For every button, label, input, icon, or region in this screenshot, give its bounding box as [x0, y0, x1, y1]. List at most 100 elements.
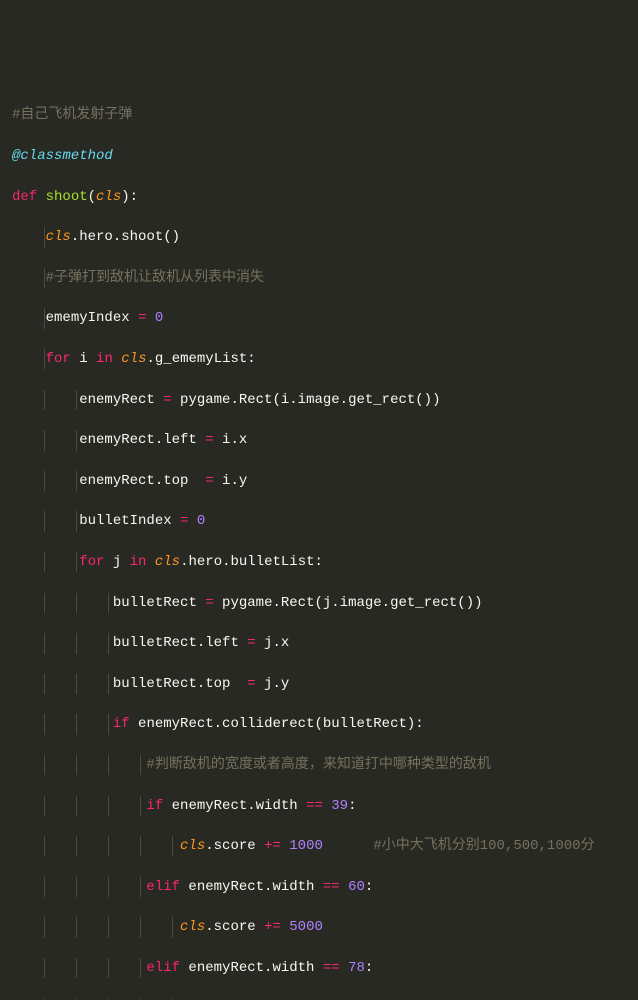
text: .g_ememyList:	[146, 351, 255, 367]
text: :	[348, 798, 356, 814]
operator: ==	[306, 798, 323, 814]
operator: =	[163, 392, 171, 408]
keyword: if	[113, 716, 130, 732]
code-line: #子弹打到敌机让敌机从列表中消失	[12, 268, 638, 288]
text: bulletRect.top	[113, 676, 247, 692]
text: i.y	[214, 473, 248, 489]
text	[188, 513, 196, 529]
text: .hero.shoot()	[71, 229, 180, 245]
code-line: def shoot(cls):	[12, 187, 638, 207]
text: j	[104, 554, 129, 570]
text: pygame.Rect(j.image.get_rect())	[214, 595, 483, 611]
text: i	[71, 351, 96, 367]
text: enemyRect	[79, 392, 163, 408]
code-line: cls.score += 5000	[12, 917, 638, 937]
code-line: cls.score += 1000 #小中大飞机分别100,500,1000分	[12, 836, 638, 856]
operator: ==	[323, 879, 340, 895]
number: 39	[331, 798, 348, 814]
keyword: def	[12, 189, 46, 205]
code-line: bulletIndex = 0	[12, 511, 638, 531]
code-line: #判断敌机的宽度或者高度，来知道打中哪种类型的敌机	[12, 755, 638, 775]
text	[146, 310, 154, 326]
text	[281, 919, 289, 935]
text: enemyRect.left	[79, 432, 205, 448]
text	[146, 554, 154, 570]
operator: =	[247, 676, 255, 692]
keyword: for	[79, 554, 104, 570]
keyword: in	[130, 554, 147, 570]
self: cls	[121, 351, 146, 367]
text: i.x	[214, 432, 248, 448]
code-line: enemyRect.top = i.y	[12, 471, 638, 491]
code-line: cls.hero.shoot()	[12, 227, 638, 247]
operator: =	[205, 595, 213, 611]
comment: #小中大飞机分别100,500,1000分	[373, 838, 594, 854]
text: bulletRect	[113, 595, 205, 611]
keyword: elif	[146, 879, 180, 895]
text: bulletIndex	[79, 513, 180, 529]
text: enemyRect.width	[163, 798, 306, 814]
text: .score	[205, 919, 264, 935]
keyword: for	[46, 351, 71, 367]
code-line: cls.score += 10000	[12, 999, 638, 1000]
self: cls	[46, 229, 71, 245]
comment: #自己飞机发射子弹	[12, 107, 132, 123]
text: enemyRect.width	[180, 879, 323, 895]
text: (	[88, 189, 96, 205]
keyword: in	[96, 351, 113, 367]
text: enemyRect.top	[79, 473, 205, 489]
text	[113, 351, 121, 367]
operator: =	[247, 635, 255, 651]
text: .score	[205, 838, 264, 854]
code-line: ememyIndex = 0	[12, 308, 638, 328]
code-line: if enemyRect.width == 39:	[12, 796, 638, 816]
param: cls	[96, 189, 121, 205]
text: enemyRect.width	[180, 960, 323, 976]
self: cls	[155, 554, 180, 570]
comment: #判断敌机的宽度或者高度，来知道打中哪种类型的敌机	[146, 757, 490, 773]
text: bulletRect.left	[113, 635, 247, 651]
number: 5000	[289, 919, 323, 935]
code-line: #自己飞机发射子弹	[12, 105, 638, 125]
operator: =	[205, 473, 213, 489]
code-line: bulletRect = pygame.Rect(j.image.get_rec…	[12, 593, 638, 613]
text: .hero.bulletList:	[180, 554, 323, 570]
text: pygame.Rect(i.image.get_rect())	[172, 392, 441, 408]
code-line: @classmethod	[12, 146, 638, 166]
operator: =	[180, 513, 188, 529]
text	[340, 879, 348, 895]
operator: ==	[323, 960, 340, 976]
code-line: for j in cls.hero.bulletList:	[12, 552, 638, 572]
keyword: if	[146, 798, 163, 814]
text: :	[365, 960, 373, 976]
self: cls	[180, 919, 205, 935]
number: 60	[348, 879, 365, 895]
text	[323, 838, 373, 854]
code-line: enemyRect = pygame.Rect(i.image.get_rect…	[12, 390, 638, 410]
code-line: elif enemyRect.width == 60:	[12, 877, 638, 897]
function-name: shoot	[46, 189, 88, 205]
comment: #子弹打到敌机让敌机从列表中消失	[46, 270, 264, 286]
code-line: if enemyRect.colliderect(bulletRect):	[12, 714, 638, 734]
self: cls	[180, 838, 205, 854]
text	[281, 838, 289, 854]
code-line: elif enemyRect.width == 78:	[12, 958, 638, 978]
text	[323, 798, 331, 814]
code-editor[interactable]: #自己飞机发射子弹 @classmethod def shoot(cls): c…	[12, 85, 638, 1000]
code-line: enemyRect.left = i.x	[12, 430, 638, 450]
decorator: @classmethod	[12, 148, 113, 164]
number: 0	[155, 310, 163, 326]
text: j.y	[256, 676, 290, 692]
code-line: for i in cls.g_ememyList:	[12, 349, 638, 369]
number: 78	[348, 960, 365, 976]
text: :	[365, 879, 373, 895]
operator: +=	[264, 919, 281, 935]
code-line: bulletRect.top = j.y	[12, 674, 638, 694]
text: enemyRect.colliderect(bulletRect):	[130, 716, 424, 732]
text: j.x	[256, 635, 290, 651]
number: 1000	[289, 838, 323, 854]
text: ):	[121, 189, 138, 205]
text: ememyIndex	[46, 310, 138, 326]
number: 0	[197, 513, 205, 529]
operator: +=	[264, 838, 281, 854]
